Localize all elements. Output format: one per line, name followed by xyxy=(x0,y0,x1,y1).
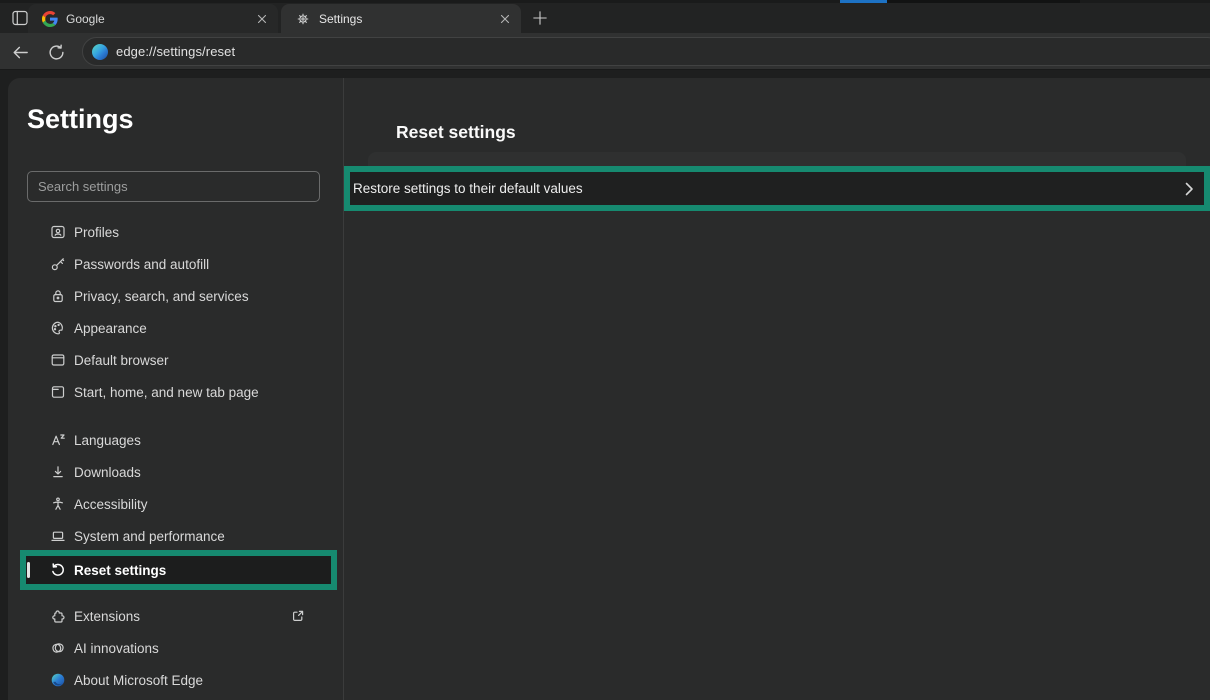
new-tab-button[interactable] xyxy=(530,8,550,28)
sidebar-item-label: Default browser xyxy=(74,353,169,368)
profile-card-icon xyxy=(50,224,66,240)
tab-actions-icon xyxy=(10,8,30,28)
copilot-icon xyxy=(50,640,66,656)
top-dark-accent xyxy=(887,0,1080,3)
sidebar-item-label: Downloads xyxy=(74,465,141,480)
sidebar-item-appearance[interactable]: Appearance xyxy=(8,312,343,344)
palette-icon xyxy=(50,320,66,336)
sidebar-item-label: Appearance xyxy=(74,321,147,336)
sidebar-item-languages[interactable]: Languages xyxy=(8,424,343,456)
chevron-right-icon xyxy=(1184,181,1194,197)
lock-icon xyxy=(50,288,66,304)
translate-icon xyxy=(50,432,66,448)
browser-window: Google Settings edge xyxy=(0,0,1210,700)
sidebar-item-privacy[interactable]: Privacy, search, and services xyxy=(8,280,343,312)
tab-close-button[interactable] xyxy=(497,11,513,27)
sidebar-item-label: About Microsoft Edge xyxy=(74,673,203,688)
sidebar-item-label: Passwords and autofill xyxy=(74,257,209,272)
tab-strip: Google Settings xyxy=(0,0,1210,33)
download-icon xyxy=(50,464,66,480)
sidebar-item-label: Profiles xyxy=(74,225,119,240)
sidebar-item-start-home[interactable]: Start, home, and new tab page xyxy=(8,376,343,408)
google-favicon-icon xyxy=(42,11,58,27)
refresh-button[interactable] xyxy=(44,40,68,64)
annotation-highlight-main[interactable]: Restore settings to their default values xyxy=(344,166,1210,211)
puzzle-icon xyxy=(50,608,66,624)
sidebar-item-label: Extensions xyxy=(74,609,140,624)
back-button[interactable] xyxy=(8,40,32,64)
sidebar-item-extensions[interactable]: Extensions xyxy=(8,600,343,632)
tab-title: Google xyxy=(66,12,254,26)
browser-window-icon xyxy=(50,352,66,368)
top-blue-accent xyxy=(840,0,887,3)
address-bar[interactable]: edge://settings/reset xyxy=(82,37,1210,66)
section-heading: Reset settings xyxy=(396,122,516,143)
tab-title: Settings xyxy=(319,12,497,26)
page-title: Settings xyxy=(27,104,134,135)
sidebar-item-label: Accessibility xyxy=(74,497,148,512)
close-icon xyxy=(257,14,267,24)
reset-icon xyxy=(50,562,66,578)
sidebar-item-profiles[interactable]: Profiles xyxy=(8,216,343,248)
sidebar-item-about[interactable]: About Microsoft Edge xyxy=(8,664,343,696)
sidebar-item-label: AI innovations xyxy=(74,641,159,656)
key-icon xyxy=(50,256,66,272)
sidebar-item-label: System and performance xyxy=(74,529,225,544)
sidebar-item-label: Privacy, search, and services xyxy=(74,289,249,304)
annotation-highlight-sidebar[interactable]: Reset settings xyxy=(20,550,337,590)
sidebar-item-default-browser[interactable]: Default browser xyxy=(8,344,343,376)
tab-close-button[interactable] xyxy=(254,11,270,27)
tab-google[interactable]: Google xyxy=(28,4,278,33)
selected-indicator-bar xyxy=(27,562,30,578)
window-page-icon xyxy=(50,384,66,400)
edge-logo-icon xyxy=(50,672,66,688)
page-content: Settings Profiles Passwords and autofill… xyxy=(0,70,1210,700)
accessibility-icon xyxy=(50,496,66,512)
refresh-icon xyxy=(47,43,66,62)
sidebar-item-accessibility[interactable]: Accessibility xyxy=(8,488,343,520)
external-link-icon xyxy=(290,608,306,624)
sidebar-item-system[interactable]: System and performance xyxy=(8,520,343,552)
back-arrow-icon xyxy=(11,43,30,62)
sidebar-item-label: Start, home, and new tab page xyxy=(74,385,259,400)
sidebar-item-ai-innovations[interactable]: AI innovations xyxy=(8,632,343,664)
search-input[interactable] xyxy=(27,171,320,202)
tab-settings[interactable]: Settings xyxy=(281,4,521,33)
sidebar-item-label: Languages xyxy=(74,433,141,448)
sidebar-item-label: Reset settings xyxy=(74,563,166,578)
main-panel: Reset settings Restore settings to their… xyxy=(344,78,1210,700)
url-text: edge://settings/reset xyxy=(116,44,235,59)
settings-sheet: Settings Profiles Passwords and autofill… xyxy=(8,78,1210,700)
close-icon xyxy=(500,14,510,24)
sidebar-item-downloads[interactable]: Downloads xyxy=(8,456,343,488)
gear-icon xyxy=(295,11,311,27)
reset-row-label: Restore settings to their default values xyxy=(353,181,583,196)
plus-icon xyxy=(532,10,548,26)
browser-toolbar: edge://settings/reset xyxy=(0,33,1210,70)
edge-favicon-icon xyxy=(92,44,108,60)
sidebar-item-passwords[interactable]: Passwords and autofill xyxy=(8,248,343,280)
laptop-icon xyxy=(50,528,66,544)
